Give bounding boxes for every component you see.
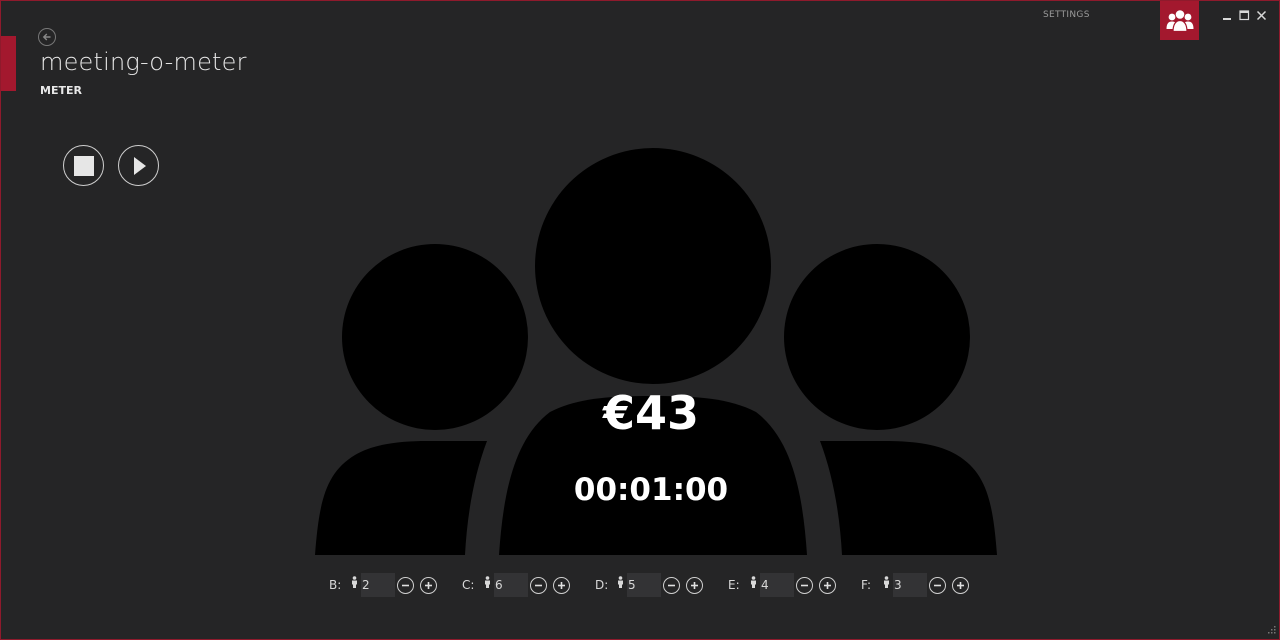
elapsed-time: 00:01:00 [573,472,729,508]
plus-icon [957,581,964,589]
person-icon [751,576,756,588]
group-label: D: [595,578,609,592]
plus-icon [558,581,565,589]
plus-icon [691,581,698,589]
group-c: C: [462,572,570,598]
back-button[interactable] [38,28,56,46]
minus-icon [668,584,675,586]
decrement-button[interactable] [397,576,414,594]
person-icon [618,576,623,588]
resize-grip-icon[interactable] [1266,626,1276,636]
group-count-input[interactable] [760,573,794,597]
decrement-button[interactable] [663,576,680,594]
minimize-icon [1223,18,1231,20]
group-label: B: [329,578,342,592]
minus-icon [801,584,808,586]
close-button[interactable] [1256,10,1267,21]
minus-icon [934,584,941,586]
group-d: D: [595,572,703,598]
decrement-button[interactable] [530,576,547,594]
app-title: meeting-o-meter [40,48,247,76]
increment-button[interactable] [819,576,836,594]
group-label: F: [861,578,872,592]
group-count-input[interactable] [361,573,395,597]
group-count-input[interactable] [494,573,528,597]
accent-bar [1,36,16,91]
increment-button[interactable] [420,576,437,594]
group-label: C: [462,578,475,592]
increment-button[interactable] [952,576,969,594]
settings-link[interactable]: SETTINGS [1043,10,1090,20]
group-b: B: [329,572,437,598]
stop-icon [73,155,94,176]
person-icon [485,576,490,588]
minus-icon [535,584,542,586]
person-icon [884,576,889,588]
arrow-left-icon [42,33,51,41]
maximize-icon [1239,10,1250,21]
decrement-button[interactable] [796,576,813,594]
section-label: METER [40,84,82,97]
people-group-icon [1166,9,1193,32]
attendee-groups: B: C: [329,572,994,598]
group-label: E: [728,578,740,592]
close-icon [1256,10,1267,21]
increment-button[interactable] [553,576,570,594]
stop-button[interactable] [63,145,104,186]
maximize-button[interactable] [1239,10,1250,21]
minus-icon [402,584,409,586]
play-icon [133,156,146,175]
decrement-button[interactable] [929,576,946,594]
group-e: E: [728,572,836,598]
app-logo [1160,1,1199,40]
group-count-input[interactable] [893,573,927,597]
person-icon [352,576,357,588]
group-count-input[interactable] [627,573,661,597]
app-window: meeting-o-meter METER SETTINGS €43 00:01… [0,0,1280,640]
plus-icon [824,581,831,589]
group-f: F: [861,572,969,598]
play-button[interactable] [118,145,159,186]
minimize-button[interactable] [1222,10,1233,21]
plus-icon [425,581,432,589]
meeting-cost: €43 [602,386,700,440]
increment-button[interactable] [686,576,703,594]
window-controls [1222,10,1267,21]
